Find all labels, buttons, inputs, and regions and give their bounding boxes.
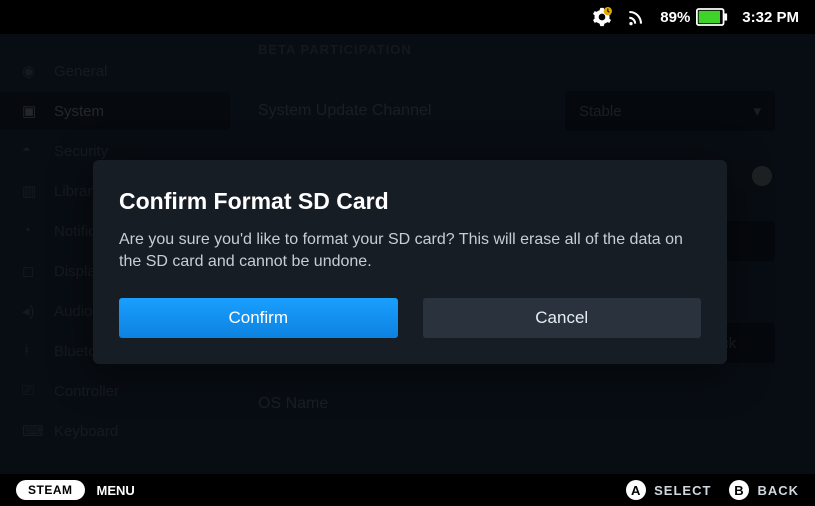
dialog-button-row: Confirm Cancel xyxy=(119,298,701,338)
wifi-rss-icon xyxy=(626,7,646,27)
dialog-title: Confirm Format SD Card xyxy=(119,188,701,215)
clock: 3:32 PM xyxy=(742,9,799,26)
hint-select: A SELECT xyxy=(626,480,711,500)
confirm-button[interactable]: Confirm xyxy=(119,298,398,338)
dialog-body: Are you sure you'd like to format your S… xyxy=(119,229,701,272)
b-button-icon: B xyxy=(729,480,749,500)
battery-icon xyxy=(696,8,728,26)
gear-badge-icon xyxy=(592,7,612,27)
format-sd-dialog: Confirm Format SD Card Are you sure you'… xyxy=(93,160,727,364)
status-bar: 89% 3:32 PM xyxy=(0,0,815,34)
hint-back-label: BACK xyxy=(757,483,799,498)
hint-select-label: SELECT xyxy=(654,483,711,498)
menu-label: MENU xyxy=(97,483,135,498)
footer-bar: STEAM MENU A SELECT B BACK xyxy=(0,474,815,506)
a-button-icon: A xyxy=(626,480,646,500)
battery-indicator: 89% xyxy=(660,8,728,26)
hint-back: B BACK xyxy=(729,480,799,500)
cancel-button[interactable]: Cancel xyxy=(423,298,702,338)
battery-percent: 89% xyxy=(660,9,690,26)
steam-button[interactable]: STEAM xyxy=(16,480,85,500)
